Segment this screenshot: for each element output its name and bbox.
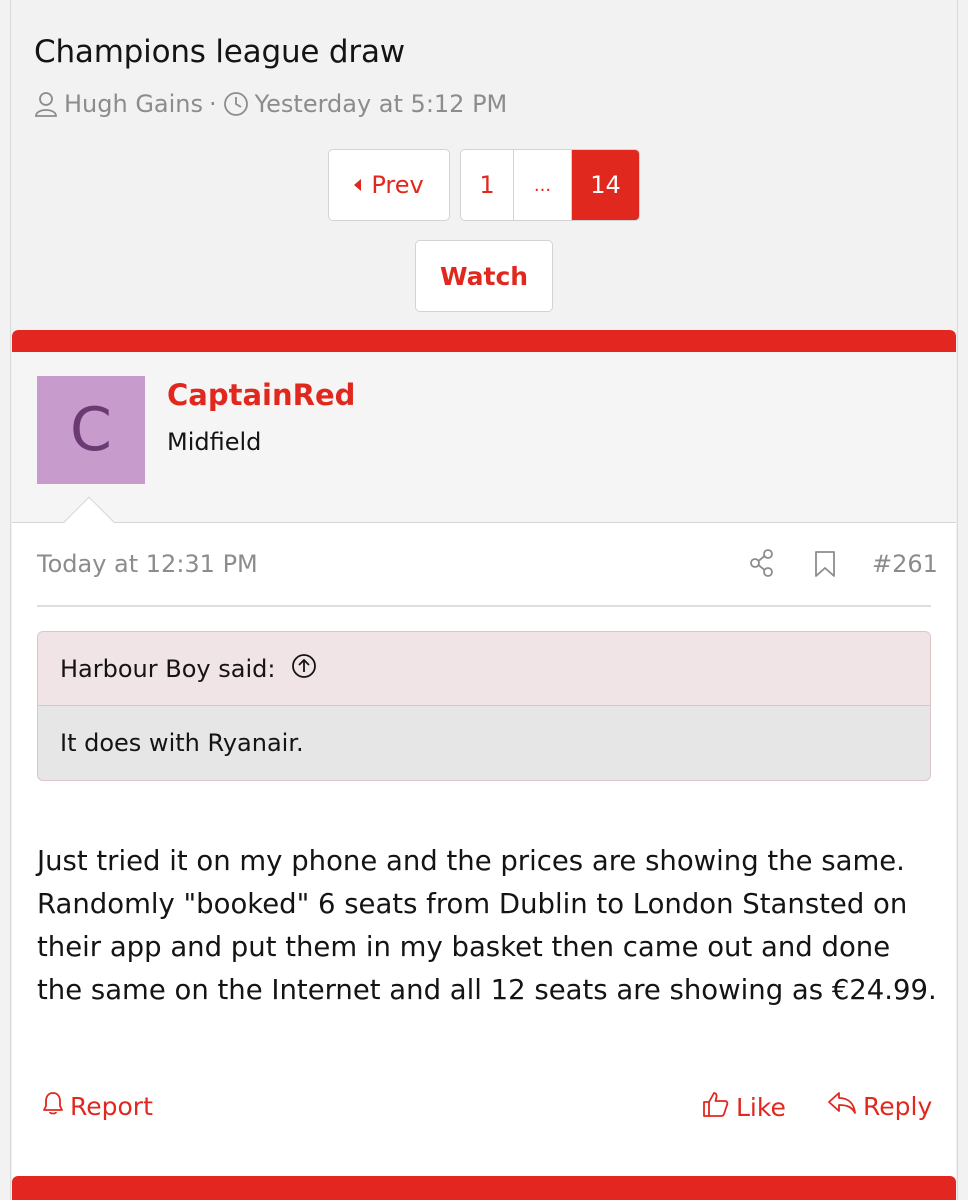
thumbs-up-icon xyxy=(702,1090,730,1124)
watch-button[interactable]: Watch xyxy=(415,240,553,312)
post-body: Just tried it on my phone and the prices… xyxy=(37,845,937,1006)
post-number-link[interactable]: #261 xyxy=(872,550,938,578)
page-numbers: 1 ... 14 xyxy=(460,149,640,221)
quote-block: Harbour Boy said: It does with Ryanair. xyxy=(37,631,931,781)
quote-text: It does with Ryanair. xyxy=(60,729,304,757)
avatar[interactable]: C xyxy=(37,376,145,484)
user-icon xyxy=(34,91,58,117)
like-label: Like xyxy=(736,1092,786,1122)
like-button[interactable]: Like xyxy=(702,1090,786,1124)
page-link-current[interactable]: 14 xyxy=(572,150,639,220)
page-link-1[interactable]: 1 xyxy=(461,150,514,220)
username-link[interactable]: CaptainRed xyxy=(167,378,355,412)
thread-time-link[interactable]: Yesterday at 5:12 PM xyxy=(255,90,508,118)
page-ellipsis[interactable]: ... xyxy=(514,150,572,220)
thread-title: Champions league draw xyxy=(34,34,405,70)
frame-border-right xyxy=(957,0,958,1200)
user-title: Midfield xyxy=(167,428,262,456)
prev-page-button[interactable]: Prev xyxy=(328,149,450,221)
post-divider xyxy=(37,605,931,607)
quote-attribution[interactable]: Harbour Boy said: xyxy=(60,655,275,683)
reply-label: Reply xyxy=(863,1091,933,1121)
prev-label: Prev xyxy=(371,171,424,199)
bookmark-icon[interactable] xyxy=(813,550,837,582)
clock-icon xyxy=(223,91,249,117)
post: C CaptainRed Midfield Today at 12:31 PM … xyxy=(12,330,956,1190)
arrow-up-circle-icon[interactable] xyxy=(291,653,317,685)
post-user-header: C CaptainRed Midfield xyxy=(12,352,956,548)
caret-left-icon xyxy=(354,179,362,191)
post-accent-bar xyxy=(12,330,956,352)
reply-icon xyxy=(827,1090,857,1122)
quote-header: Harbour Boy said: xyxy=(38,632,930,706)
post-date-link[interactable]: Today at 12:31 PM xyxy=(37,550,258,578)
header-pointer xyxy=(63,496,115,548)
next-post-accent-bar xyxy=(12,1176,956,1200)
thread-meta: Hugh Gains · Yesterday at 5:12 PM xyxy=(34,90,507,118)
report-button[interactable]: Report xyxy=(42,1090,153,1122)
frame-border-left xyxy=(10,0,11,1200)
reply-button[interactable]: Reply xyxy=(827,1090,932,1122)
thread-author-link[interactable]: Hugh Gains xyxy=(64,90,203,118)
report-label: Report xyxy=(70,1091,153,1121)
meta-separator: · xyxy=(209,90,217,118)
bell-icon xyxy=(42,1090,64,1122)
share-icon[interactable] xyxy=(748,548,776,582)
